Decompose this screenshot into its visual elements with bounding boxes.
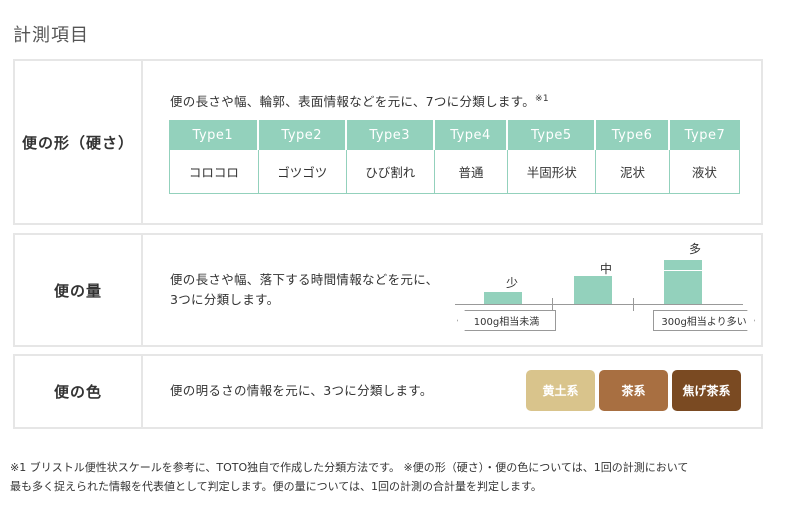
swatch-ocher: 黄土系 — [526, 370, 595, 411]
level-large-label: 多 — [689, 242, 702, 256]
shape-card: 便の形（硬さ） 便の長さや幅、輪郭、表面情報などを元に、7つに分類します。※1 … — [13, 59, 763, 225]
type-header-row: Type1 Type2 Type3 Type4 Type5 Type6 Type… — [169, 120, 740, 150]
type-header: Type2 — [258, 120, 347, 150]
level-medium-label: 中 — [600, 262, 613, 276]
scale-axis — [455, 304, 743, 305]
type-header: Type3 — [346, 120, 435, 150]
color-card: 便の色 便の明るさの情報を元に、3つに分類します。 黄土系 茶系 焦げ茶系 — [13, 354, 763, 429]
level-small-bar — [484, 292, 522, 304]
amount-label: 便の量 — [53, 281, 102, 300]
footnote-line1: ※1 ブリストル便性状スケールを参考に、TOTO独自で作成した分類方法です。 ※… — [10, 461, 689, 474]
type-value: 液状 — [669, 150, 740, 194]
color-description: 便の明るさの情報を元に、3つに分類します。 — [170, 383, 433, 398]
footnote: ※1 ブリストル便性状スケールを参考に、TOTO独自で作成した分類方法です。 ※… — [10, 458, 780, 496]
card-divider — [141, 61, 143, 223]
shape-label: 便の形（硬さ） — [21, 133, 134, 152]
level-large-bar — [664, 260, 702, 304]
type-value-row: コロコロ ゴツゴツ ひび割れ 普通 半固形状 泥状 液状 — [169, 150, 740, 194]
amount-desc-line1: 便の長さや幅、落下する時間情報などを元に、 — [170, 272, 439, 287]
type-header: Type6 — [596, 120, 670, 150]
type-value: 半固形状 — [508, 150, 597, 194]
scale-tick — [633, 298, 634, 311]
card-divider — [141, 235, 143, 345]
amount-scale: 少 中 多 100g相当未満 300g相当より多い — [447, 235, 747, 345]
note-mark: ※1 — [535, 94, 549, 104]
amount-card: 便の量 便の長さや幅、落下する時間情報などを元に、 3つに分類します。 少 中 … — [13, 233, 763, 347]
swatch-brown: 茶系 — [599, 370, 668, 411]
color-label: 便の色 — [53, 383, 102, 401]
level-medium-bar — [574, 276, 612, 304]
type-value: 泥状 — [596, 150, 670, 194]
type-header: Type5 — [508, 120, 597, 150]
footnote-line2: 最も多く捉えられた情報を代表値として判定します。便の量については、1回の計測の合… — [10, 480, 542, 493]
card-divider — [141, 356, 143, 427]
swatch-dark-brown: 焦げ茶系 — [672, 370, 741, 411]
min-tag: 100g相当未満 — [457, 310, 556, 331]
type-value: ゴツゴツ — [258, 150, 347, 194]
page-title: 計測項目 — [13, 25, 89, 46]
type-value: 普通 — [434, 150, 509, 194]
type-header: Type1 — [169, 120, 259, 150]
type-header: Type7 — [669, 120, 740, 150]
type-value: コロコロ — [169, 150, 259, 194]
shape-desc-text: 便の長さや幅、輪郭、表面情報などを元に、7つに分類します。 — [170, 94, 536, 109]
scale-tick — [552, 298, 553, 311]
amount-desc-line2: 3つに分類します。 — [170, 292, 280, 307]
type-header: Type4 — [434, 120, 509, 150]
type-value: ひび割れ — [346, 150, 435, 194]
type-table: Type1 Type2 Type3 Type4 Type5 Type6 Type… — [169, 120, 740, 194]
shape-description: 便の長さや幅、輪郭、表面情報などを元に、7つに分類します。※1 — [170, 89, 549, 112]
max-tag: 300g相当より多い — [653, 310, 755, 331]
level-small-label: 少 — [506, 276, 519, 290]
amount-description: 便の長さや幅、落下する時間情報などを元に、 3つに分類します。 — [170, 270, 438, 310]
level-large-bar-line — [664, 270, 702, 271]
